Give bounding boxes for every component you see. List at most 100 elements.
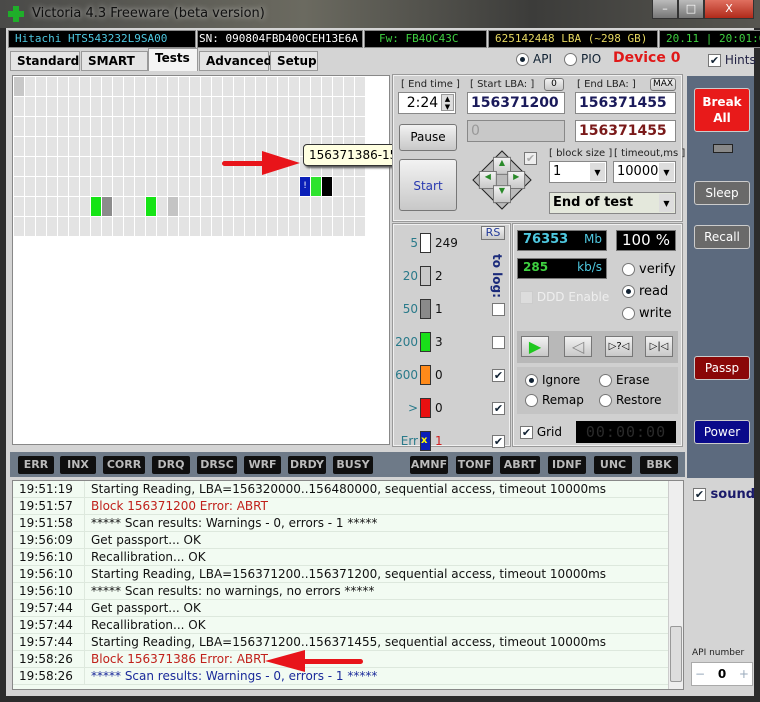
- api-number-value[interactable]: 0: [718, 667, 726, 681]
- sound-check[interactable]: ✔: [693, 488, 706, 501]
- power-button[interactable]: Power: [694, 420, 750, 444]
- grid-block: [344, 217, 354, 236]
- grid-block: [267, 77, 277, 96]
- increment-button[interactable]: +: [739, 667, 749, 681]
- grid-block: [267, 177, 277, 196]
- to-log-checkbox[interactable]: ✔: [492, 369, 505, 382]
- chevron-down-icon[interactable]: ▼: [659, 163, 674, 181]
- ignore-radio-dot[interactable]: [525, 374, 538, 387]
- butterfly-icon[interactable]: ▷|◁: [645, 336, 673, 357]
- timeout-select[interactable]: 10000 ▼: [613, 161, 676, 183]
- tab-setup[interactable]: Setup: [270, 51, 318, 71]
- pio-radio[interactable]: PIO: [564, 52, 601, 66]
- passp-button[interactable]: Passp: [694, 356, 750, 380]
- minimize-button[interactable]: –: [652, 0, 678, 19]
- max-button[interactable]: MAX: [650, 78, 676, 91]
- grid-checkbox[interactable]: ✔ Grid: [520, 425, 562, 439]
- api-radio-dot[interactable]: [516, 53, 529, 66]
- read-radio[interactable]: read: [622, 284, 668, 299]
- hints-check[interactable]: ✔: [708, 54, 721, 67]
- api-number-stepper[interactable]: − 0 +: [691, 662, 753, 686]
- sound-checkbox[interactable]: ✔ sound: [693, 487, 755, 502]
- status-flag-drq: DRQ: [152, 456, 190, 474]
- api-number-label: API number: [692, 648, 745, 658]
- recall-button[interactable]: Recall: [694, 225, 750, 249]
- grid-block: [234, 177, 244, 196]
- start-lba-zero-button[interactable]: 0: [544, 78, 564, 91]
- erase-radio-dot[interactable]: [599, 374, 612, 387]
- grid-block: [25, 197, 35, 216]
- tab-smart[interactable]: SMART: [81, 51, 148, 71]
- start-button[interactable]: Start: [399, 159, 457, 211]
- random-access-icon[interactable]: ▷?◁: [605, 336, 633, 357]
- close-button[interactable]: X: [704, 0, 754, 19]
- read-radio-dot[interactable]: [622, 285, 635, 298]
- grid-block: [69, 97, 79, 116]
- tab-tests[interactable]: Tests: [148, 48, 198, 71]
- start-lba-input[interactable]: 156371200: [467, 92, 565, 114]
- grid-block: [168, 157, 178, 176]
- play-forward-icon[interactable]: ▶: [521, 336, 549, 357]
- to-log-checkbox[interactable]: ✔: [492, 435, 505, 448]
- to-log-checkbox[interactable]: [492, 303, 505, 316]
- tab-advanced[interactable]: Advanced: [199, 51, 272, 71]
- verify-radio[interactable]: verify: [622, 262, 676, 277]
- decrement-button[interactable]: −: [695, 667, 705, 681]
- grid-check[interactable]: ✔: [520, 426, 533, 439]
- scrollbar-thumb[interactable]: [670, 626, 682, 682]
- grid-block: [179, 177, 189, 196]
- api-radio[interactable]: API: [516, 52, 552, 66]
- maximize-button[interactable]: □: [678, 0, 704, 19]
- grid-block: [289, 197, 299, 216]
- verify-radio-dot[interactable]: [622, 263, 635, 276]
- log-entry: 19:56:09 Get passport... OK: [13, 532, 683, 549]
- write-radio[interactable]: write: [622, 306, 672, 321]
- grid-block: [91, 77, 101, 96]
- grid-block: [355, 97, 365, 116]
- erase-radio[interactable]: Erase: [599, 373, 650, 387]
- grid-block: [201, 97, 211, 116]
- write-label: write: [639, 306, 672, 321]
- restore-radio[interactable]: Restore: [599, 393, 662, 407]
- to-log-checkbox[interactable]: [492, 336, 505, 349]
- log-message: Starting Reading, LBA=156371200..1563714…: [91, 635, 607, 649]
- hints-checkbox[interactable]: ✔ Hints: [708, 53, 756, 67]
- grid-block: [267, 197, 277, 216]
- grid-block: [36, 177, 46, 196]
- play-backward-icon[interactable]: ◁: [564, 336, 592, 357]
- end-action-select[interactable]: End of test ▼: [549, 192, 676, 214]
- log-time: 19:56:10: [13, 583, 85, 599]
- grid-block: [223, 77, 233, 96]
- to-log-checkbox[interactable]: ✔: [492, 402, 505, 415]
- end-lba-input[interactable]: 156371455: [575, 92, 676, 114]
- chevron-down-icon[interactable]: ▼: [659, 194, 674, 212]
- log-time: 19:57:44: [13, 600, 85, 616]
- ignore-radio[interactable]: Ignore: [525, 373, 580, 387]
- remap-radio-dot[interactable]: [525, 394, 538, 407]
- red-arrow-annotation: [222, 161, 267, 166]
- tab-standard[interactable]: Standard: [10, 51, 80, 71]
- arrow-down-icon[interactable]: ▼: [493, 185, 511, 204]
- chevron-down-icon[interactable]: ▼: [590, 163, 605, 181]
- grid-block: [146, 217, 156, 236]
- grid-block: [179, 117, 189, 136]
- end-time-spinner[interactable]: ▲ ▼: [441, 94, 454, 111]
- block-size-select[interactable]: 1 ▼: [549, 161, 607, 183]
- grid-block: [201, 197, 211, 216]
- grid-block: [102, 177, 112, 196]
- grid-block: [168, 117, 178, 136]
- pio-radio-dot[interactable]: [564, 53, 577, 66]
- log-time: 19:51:19: [13, 481, 85, 497]
- remap-radio[interactable]: Remap: [525, 393, 584, 407]
- pause-button[interactable]: Pause: [399, 124, 457, 151]
- write-radio-dot[interactable]: [622, 307, 635, 320]
- log-scrollbar[interactable]: [668, 481, 683, 689]
- direction-pad[interactable]: ▲ ▶ ◀ ▼: [472, 150, 532, 210]
- sleep-button[interactable]: Sleep: [694, 181, 750, 205]
- grid-block: [69, 157, 79, 176]
- break-all-button[interactable]: Break All: [694, 88, 750, 132]
- restore-radio-dot[interactable]: [599, 394, 612, 407]
- rs-button[interactable]: RS: [481, 226, 505, 240]
- elapsed-timer: 00:00:00: [576, 421, 676, 443]
- stat-count: 0: [435, 368, 443, 382]
